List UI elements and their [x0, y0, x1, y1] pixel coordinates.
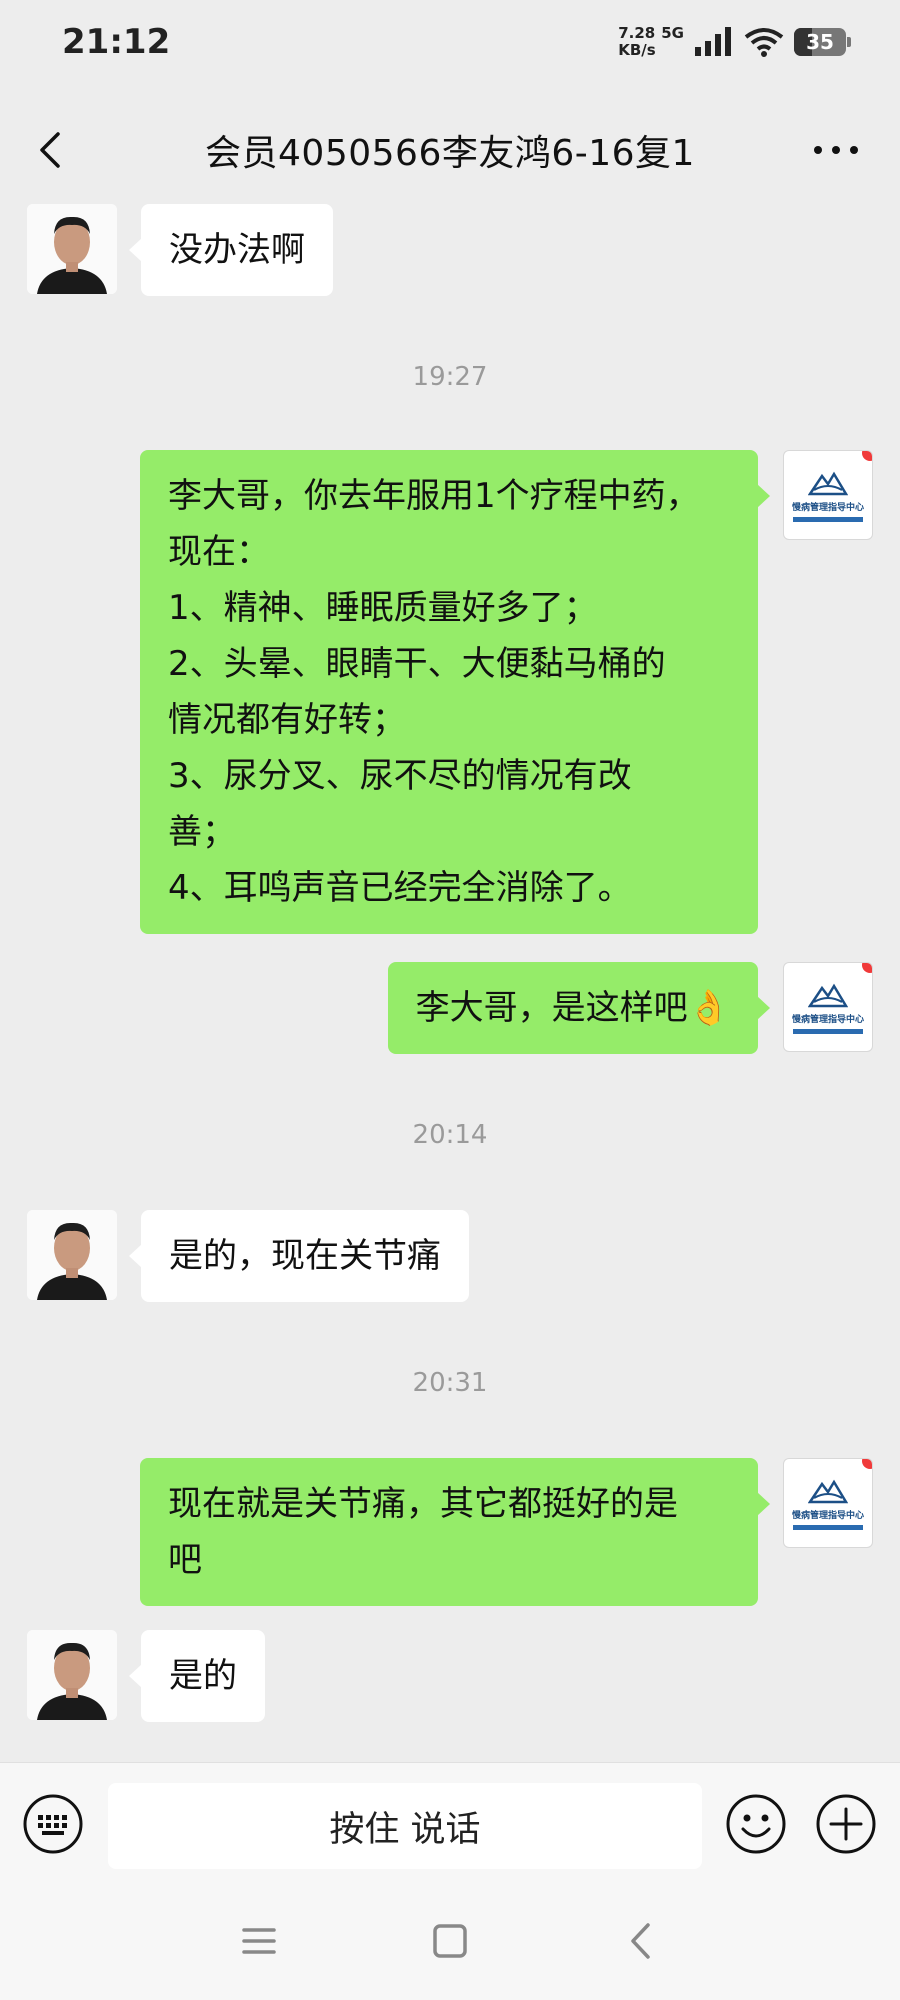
- more-horizontal-icon[interactable]: [808, 128, 864, 172]
- signal-icon: [695, 27, 731, 56]
- contact-avatar[interactable]: [27, 204, 117, 294]
- timestamp: 20:31: [412, 1368, 488, 1398]
- clinic-avatar[interactable]: 慢病管理指导中心: [783, 450, 873, 540]
- contact-avatar[interactable]: [27, 1210, 117, 1300]
- message-bubble[interactable]: 现在就是关节痛，其它都挺好的是 吧: [140, 1458, 770, 1606]
- network-speed-value: 7.28: [618, 24, 656, 42]
- message-text: 李大哥，是这样吧👌: [415, 988, 730, 1028]
- message-bubble[interactable]: 没办法啊: [129, 204, 333, 296]
- emoji-icon[interactable]: [725, 1793, 787, 1855]
- clinic-name: 慢病管理指导中心: [791, 1015, 864, 1025]
- message-bubble[interactable]: 是的: [129, 1630, 265, 1722]
- mountain-logo-icon: [808, 983, 848, 1008]
- system-nav-bar: [0, 1882, 900, 2000]
- person-avatar-icon: [27, 1630, 117, 1720]
- person-avatar-icon: [27, 204, 117, 294]
- hold-to-talk-button[interactable]: 按住 说话: [108, 1783, 702, 1869]
- message-line: 李大哥，你去年服用1个疗程中药，: [168, 476, 700, 516]
- message-text: 是的: [169, 1656, 237, 1696]
- battery-percent: 35: [806, 30, 834, 54]
- contact-avatar[interactable]: [27, 1630, 117, 1720]
- message-text: 没办法啊: [169, 230, 305, 270]
- input-bar: 按住 说话: [0, 1762, 900, 1882]
- wifi-icon: [744, 28, 784, 57]
- clinic-logo: 慢病管理指导中心: [784, 1459, 872, 1547]
- message-bubble[interactable]: 李大哥，你去年服用1个疗程中药， 现在： 1、精神、睡眠质量好多了； 2、头晕、…: [140, 450, 770, 934]
- clinic-name: 慢病管理指导中心: [791, 1511, 864, 1521]
- chevron-left-icon[interactable]: [30, 128, 74, 172]
- keyboard-icon[interactable]: [22, 1793, 84, 1855]
- message-bubble[interactable]: 是的，现在关节痛: [129, 1210, 469, 1302]
- network-speed: 7.28 5G KB/s: [618, 25, 684, 59]
- network-type: 5G: [661, 24, 684, 42]
- person-avatar-icon: [27, 1210, 117, 1300]
- message-line: 吧: [168, 1540, 202, 1580]
- message-line: 善；: [168, 812, 236, 852]
- clinic-name: 慢病管理指导中心: [791, 503, 864, 513]
- clinic-avatar[interactable]: 慢病管理指导中心: [783, 1458, 873, 1548]
- message-text: 是的，现在关节痛: [169, 1236, 441, 1276]
- status-indicators: 7.28 5G KB/s 35: [618, 22, 851, 62]
- network-speed-unit: KB/s: [618, 41, 656, 59]
- mountain-logo-icon: [808, 471, 848, 496]
- message-line: 2、头晕、眼睛干、大便黏马桶的: [168, 644, 666, 684]
- plus-circle-icon[interactable]: [815, 1793, 877, 1855]
- chat-header: 会员4050566李友鸿6-16复1: [0, 110, 900, 190]
- chat-history[interactable]: 没办法啊 19:27 慢病管理指导中心 李大哥，你去年服用1个疗程中药， 现在：…: [0, 200, 900, 1760]
- mountain-logo-icon: [808, 1479, 848, 1504]
- timestamp: 19:27: [412, 362, 488, 392]
- clinic-avatar[interactable]: 慢病管理指导中心: [783, 962, 873, 1052]
- message-line: 现在就是关节痛，其它都挺好的是: [168, 1484, 678, 1524]
- message-line: 现在：: [168, 532, 270, 572]
- status-time: 21:12: [62, 22, 171, 62]
- chat-title: 会员4050566李友鸿6-16复1: [205, 133, 695, 174]
- clinic-logo: 慢病管理指导中心: [784, 451, 872, 539]
- back-triangle-icon[interactable]: [616, 1916, 666, 1966]
- message-line: 4、耳鸣声音已经完全消除了。: [168, 868, 632, 908]
- message-line: 3、尿分叉、尿不尽的情况有改: [168, 756, 632, 796]
- message-line: 情况都有好转；: [168, 700, 406, 740]
- clinic-logo: 慢病管理指导中心: [784, 963, 872, 1051]
- status-bar: 21:12 7.28 5G KB/s 35: [0, 0, 900, 90]
- menu-icon[interactable]: [234, 1916, 284, 1966]
- message-line: 1、精神、睡眠质量好多了；: [168, 588, 598, 628]
- message-bubble[interactable]: 李大哥，是这样吧👌: [387, 962, 771, 1054]
- timestamp: 20:14: [412, 1120, 488, 1150]
- battery-indicator: 35: [794, 28, 851, 56]
- home-square-icon[interactable]: [425, 1916, 475, 1966]
